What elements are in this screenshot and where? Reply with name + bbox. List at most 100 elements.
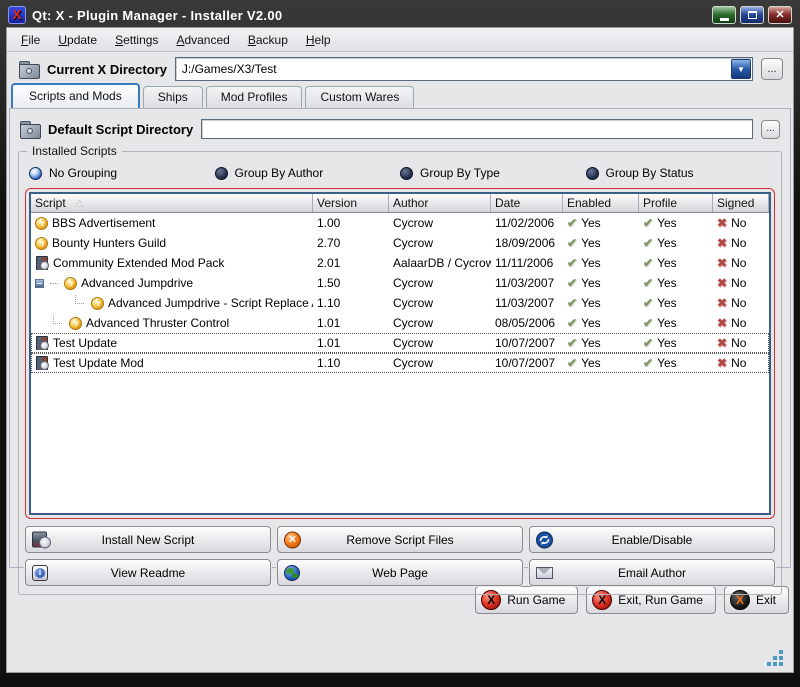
- cross-icon: ✖: [717, 276, 727, 290]
- column-header-script[interactable]: Script△: [31, 194, 313, 212]
- check-icon: ✔: [643, 216, 653, 230]
- directory-combobox[interactable]: J:/Games/X3/Test ▼: [175, 57, 753, 81]
- check-icon: ✔: [567, 336, 577, 350]
- folder-disc-icon: [27, 128, 33, 134]
- check-icon: ✔: [567, 316, 577, 330]
- column-header-version[interactable]: Version: [313, 194, 389, 212]
- table-row[interactable]: Advanced Jumpdrive - Script Replace Addo…: [31, 293, 769, 313]
- current-directory-label: Current X Directory: [47, 62, 167, 77]
- cross-icon: ✖: [717, 236, 727, 250]
- default-script-directory-label: Default Script Directory: [48, 122, 193, 137]
- tree-branch-line: [75, 295, 84, 304]
- minimize-button[interactable]: [712, 6, 736, 24]
- menu-settings[interactable]: Settings: [107, 30, 166, 50]
- enable-disable-icon: [536, 531, 553, 548]
- browse-directory-button[interactable]: ...: [761, 58, 783, 80]
- close-icon: ✕: [775, 10, 784, 21]
- browse-script-directory-button[interactable]: ...: [761, 120, 780, 139]
- menu-help[interactable]: Help: [298, 30, 339, 50]
- tab-scripts-and-mods[interactable]: Scripts and Mods: [11, 83, 140, 108]
- check-icon: ✔: [567, 236, 577, 250]
- script-icon: [91, 297, 104, 310]
- scripts-table-frame: Script△ Version Author Date Enabled Prof…: [25, 188, 775, 519]
- menu-file[interactable]: File: [13, 30, 48, 50]
- default-script-directory-row: Default Script Directory ...: [18, 115, 782, 143]
- app-window: Qt: X - Plugin Manager - Installer V2.00…: [0, 0, 800, 687]
- check-icon: ✔: [567, 356, 577, 370]
- table-row[interactable]: Test Update 1.01 Cycrow 10/07/2007 ✔Yes …: [31, 333, 769, 353]
- tab-custom-wares[interactable]: Custom Wares: [305, 86, 414, 108]
- email-author-button[interactable]: Email Author: [529, 559, 775, 586]
- menu-backup[interactable]: Backup: [240, 30, 296, 50]
- menu-update[interactable]: Update: [50, 30, 105, 50]
- folder-icon: [19, 61, 39, 77]
- radio-group-by-status[interactable]: Group By Status: [586, 166, 772, 180]
- install-new-script-button[interactable]: Install New Script: [25, 526, 271, 553]
- chevron-down-icon[interactable]: ▼: [731, 59, 751, 79]
- installed-scripts-group: Installed Scripts No Grouping Group By A…: [18, 151, 782, 595]
- table-row[interactable]: Advanced Thruster Control 1.01 Cycrow 08…: [31, 313, 769, 333]
- column-header-date[interactable]: Date: [491, 194, 563, 212]
- web-page-button[interactable]: Web Page: [277, 559, 523, 586]
- check-icon: ✔: [567, 216, 577, 230]
- titlebar: Qt: X - Plugin Manager - Installer V2.00…: [6, 3, 794, 27]
- tree-collapse-icon[interactable]: [35, 279, 44, 288]
- table-header: Script△ Version Author Date Enabled Prof…: [31, 194, 769, 213]
- script-icon: [64, 277, 77, 290]
- column-header-author[interactable]: Author: [389, 194, 491, 212]
- grouping-options: No Grouping Group By Author Group By Typ…: [25, 164, 775, 188]
- check-icon: ✔: [567, 296, 577, 310]
- installed-scripts-title: Installed Scripts: [27, 144, 122, 158]
- column-header-enabled[interactable]: Enabled: [563, 194, 639, 212]
- table-row[interactable]: Community Extended Mod Pack 2.01 AalaarD…: [31, 253, 769, 273]
- radio-unselected-icon: [215, 167, 228, 180]
- table-body: BBS Advertisement 1.00 Cycrow 11/02/2006…: [31, 213, 769, 513]
- radio-group-by-author[interactable]: Group By Author: [215, 166, 401, 180]
- check-icon: ✔: [643, 236, 653, 250]
- resize-grip[interactable]: [765, 648, 783, 666]
- check-icon: ✔: [643, 336, 653, 350]
- globe-icon: [284, 565, 300, 581]
- remove-icon: ✕: [284, 531, 301, 548]
- table-row[interactable]: BBS Advertisement 1.00 Cycrow 11/02/2006…: [31, 213, 769, 233]
- package-icon: [35, 336, 49, 350]
- enable-disable-button[interactable]: Enable/Disable: [529, 526, 775, 553]
- column-header-signed[interactable]: Signed: [713, 194, 769, 212]
- table-row[interactable]: Test Update Mod 1.10 Cycrow 10/07/2007 ✔…: [31, 353, 769, 373]
- radio-unselected-icon: [586, 167, 599, 180]
- directory-value: J:/Games/X3/Test: [176, 62, 731, 76]
- default-script-directory-input[interactable]: [201, 119, 753, 139]
- check-icon: ✔: [643, 356, 653, 370]
- menu-bar: File Update Settings Advanced Backup Hel…: [7, 28, 793, 52]
- cross-icon: ✖: [717, 336, 727, 350]
- maximize-icon: [748, 11, 757, 19]
- radio-label: Group By Status: [606, 166, 694, 180]
- window-controls: ✕: [712, 6, 792, 24]
- view-readme-button[interactable]: View Readme: [25, 559, 271, 586]
- close-button[interactable]: ✕: [768, 6, 792, 24]
- minimize-icon: [720, 18, 729, 21]
- email-icon: [536, 567, 553, 579]
- script-actions: Install New Script ✕ Remove Script Files: [25, 526, 775, 586]
- remove-script-files-button[interactable]: ✕ Remove Script Files: [277, 526, 523, 553]
- radio-no-grouping[interactable]: No Grouping: [29, 166, 215, 180]
- tab-mod-profiles[interactable]: Mod Profiles: [206, 86, 303, 108]
- check-icon: ✔: [643, 296, 653, 310]
- radio-unselected-icon: [400, 167, 413, 180]
- app-icon: [8, 6, 26, 24]
- script-icon: [35, 237, 48, 250]
- package-icon: [35, 356, 49, 370]
- radio-label: Group By Author: [235, 166, 324, 180]
- package-icon: [35, 256, 49, 270]
- maximize-button[interactable]: [740, 6, 764, 24]
- menu-advanced[interactable]: Advanced: [168, 30, 237, 50]
- column-header-profile[interactable]: Profile: [639, 194, 713, 212]
- cross-icon: ✖: [717, 316, 727, 330]
- table-row[interactable]: Advanced Jumpdrive 1.50 Cycrow 11/03/200…: [31, 273, 769, 293]
- client-area: File Update Settings Advanced Backup Hel…: [6, 27, 794, 673]
- check-icon: ✔: [643, 256, 653, 270]
- table-row[interactable]: Bounty Hunters Guild 2.70 Cycrow 18/09/2…: [31, 233, 769, 253]
- cross-icon: ✖: [717, 356, 727, 370]
- radio-group-by-type[interactable]: Group By Type: [400, 166, 586, 180]
- tab-ships[interactable]: Ships: [143, 86, 203, 108]
